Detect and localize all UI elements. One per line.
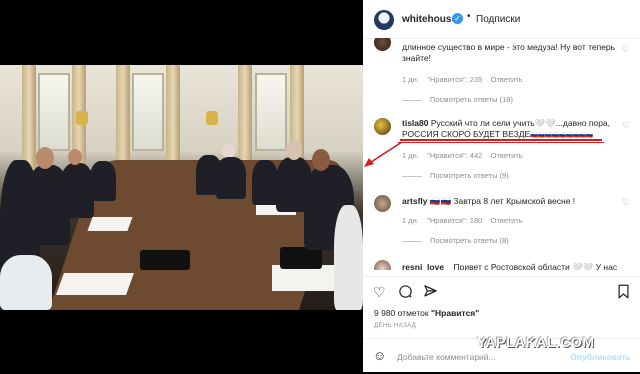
comment-avatar[interactable] <box>374 118 391 135</box>
comment-text: 🇷🇺🇷🇺 Завтра 8 лет Крымской весне ! <box>429 196 576 206</box>
person <box>90 161 116 201</box>
publish-button[interactable]: Опубликовать <box>570 352 631 362</box>
sconce <box>76 111 88 125</box>
comment-likes[interactable]: "Нравится": 235 <box>427 75 482 84</box>
comments-list[interactable]: длинное существо в мире - это медуза! Ну… <box>363 38 640 270</box>
watermark: YAPLAKAL.COM <box>477 334 595 350</box>
likes-label: "Нравится" <box>430 308 480 318</box>
microphone <box>140 250 190 270</box>
comment-input[interactable]: Добавьте комментарий... <box>397 352 496 362</box>
sconce <box>206 111 218 125</box>
annotation-underline <box>398 142 604 143</box>
view-replies-button[interactable]: Посмотреть ответы (18) <box>402 95 513 104</box>
reply-button[interactable]: Ответить <box>491 75 523 84</box>
comment-username[interactable]: resni_love_ <box>402 262 449 270</box>
comment-icon[interactable] <box>398 284 413 302</box>
comment-like-icon[interactable]: ♡ <box>622 120 630 131</box>
person-head <box>312 149 330 171</box>
person <box>60 163 94 218</box>
document <box>87 217 133 231</box>
post-time: ДЕНЬ НАЗАД <box>374 323 417 329</box>
person-head <box>68 149 82 165</box>
reply-button[interactable]: Ответить <box>491 151 523 160</box>
comment-likes[interactable]: "Нравится": 180 <box>427 216 482 225</box>
window <box>38 73 70 151</box>
view-replies-button[interactable]: Посмотреть ответы (9) <box>402 171 509 180</box>
annotation-underline <box>400 139 602 141</box>
comment-meta: 1 дн. "Нравится": 235 Ответить <box>402 75 523 84</box>
comment-time: 1 дн. <box>402 75 419 84</box>
person-head <box>286 140 302 160</box>
annotation-arrow-icon <box>364 141 403 167</box>
person <box>0 255 52 310</box>
window <box>132 73 164 151</box>
person <box>334 205 363 310</box>
post-image[interactable] <box>0 65 363 310</box>
person <box>252 160 278 205</box>
comment-like-icon[interactable]: ♡ <box>622 44 630 55</box>
photo-panel <box>0 0 363 372</box>
post-sidebar: whitehouse ✓ • Подписки длинное существо… <box>363 0 640 372</box>
reply-button[interactable]: Ответить <box>491 216 523 225</box>
comment-username[interactable]: artsfly <box>402 196 428 206</box>
comment-time: 1 дн. <box>402 151 419 160</box>
person <box>216 157 246 199</box>
verified-icon: ✓ <box>452 13 463 24</box>
comment-like-icon[interactable]: ♡ <box>622 197 630 208</box>
comment-username[interactable]: tisla80 <box>402 118 428 128</box>
comment-time: 1 дн. <box>402 216 419 225</box>
comment-body: artsfly 🇷🇺🇷🇺 Завтра 8 лет Крымской весне… <box>402 196 632 207</box>
separator-dot: • <box>467 11 471 22</box>
heart-icon[interactable]: ♡ <box>373 284 386 301</box>
view-replies-button[interactable]: Посмотреть ответы (8) <box>402 236 509 245</box>
comment-likes[interactable]: "Нравится": 442 <box>427 151 482 160</box>
comment-body: resni_love_ Привет с Ростовской области … <box>402 262 632 270</box>
comment-meta: 1 дн. "Нравится": 442 Ответить <box>402 151 523 160</box>
likes-count[interactable]: 9 980 отметок "Нравится" <box>374 308 479 318</box>
profile-avatar[interactable] <box>374 10 394 30</box>
share-icon[interactable] <box>423 284 438 302</box>
microphone <box>280 247 322 269</box>
post-header: whitehouse ✓ • Подписки <box>363 0 640 39</box>
person-head <box>36 147 54 169</box>
comment-avatar[interactable] <box>374 38 391 51</box>
comment-meta: 1 дн. "Нравится": 180 Ответить <box>402 216 523 225</box>
document <box>55 273 135 295</box>
emoji-icon[interactable]: ☺ <box>373 348 386 363</box>
comment-avatar[interactable] <box>374 260 391 270</box>
bookmark-icon[interactable] <box>617 284 630 302</box>
comment-text: длинное существо в мире - это медуза! Ну… <box>402 42 616 63</box>
username[interactable]: whitehouse <box>402 14 457 25</box>
window <box>255 73 287 151</box>
comment-avatar[interactable] <box>374 195 391 212</box>
post-actions: ♡ 9 980 отметок "Нравится" ДЕНЬ НАЗАД ☺ … <box>363 276 640 373</box>
likes-number: 9 980 отметок <box>374 308 429 318</box>
follow-button[interactable]: Подписки <box>476 14 520 25</box>
